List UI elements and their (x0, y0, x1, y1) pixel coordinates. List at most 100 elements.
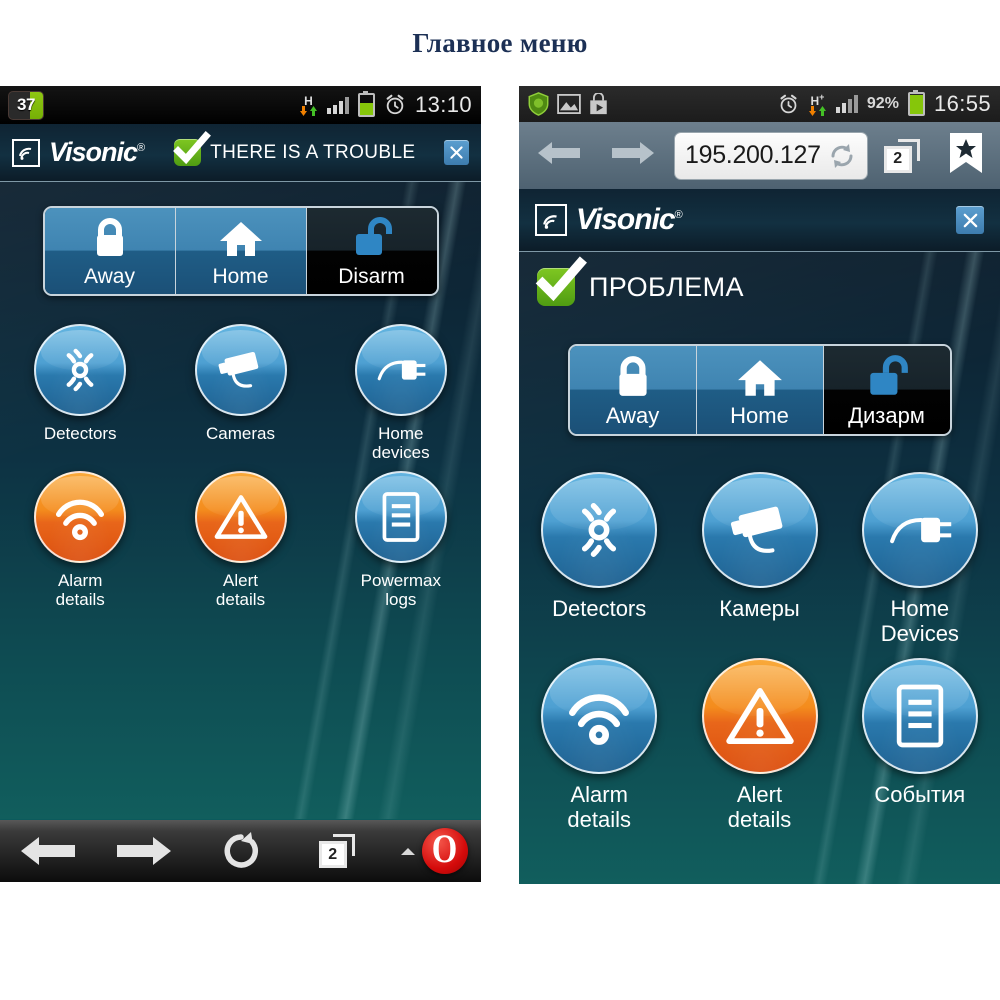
close-icon (450, 146, 463, 159)
back-arrow-icon (538, 142, 580, 164)
tile-cameras[interactable]: Камеры (679, 472, 839, 646)
bookmark-star-icon (949, 133, 982, 173)
status-check-icon (535, 256, 587, 306)
right-visonic-app: Visonic® ПРОБЛЕМА Away Home Дизарм Detec… (519, 189, 1000, 884)
visonic-wifi-mark-icon (12, 138, 40, 167)
tile-label: Home Devices (880, 596, 959, 647)
document-lines-icon (354, 470, 447, 563)
bookmark-button[interactable] (938, 131, 994, 180)
left-tile-grid: Detectors Cameras Home devices Alarm det… (0, 324, 481, 618)
right-tile-grid: Detectors Камеры Home Devices Alarm deta… (519, 472, 1000, 844)
address-bar[interactable]: 195.200.127 (674, 131, 868, 180)
padlock-open-icon (824, 354, 950, 400)
tile-powermax-logs[interactable]: Powermax logs (321, 470, 481, 610)
mode-button-home[interactable]: Home (175, 208, 307, 294)
document-lines-icon (861, 658, 978, 775)
visonic-wordmark: Visonic® (576, 203, 683, 236)
opera-menu-button[interactable]: O (385, 828, 481, 874)
mode-button-away[interactable]: Away (569, 346, 697, 434)
tile-detectors[interactable]: Detectors (0, 324, 160, 463)
opera-logo-icon[interactable]: O (421, 828, 468, 874)
visonic-logo: Visonic® (535, 203, 683, 237)
play-store-icon (590, 93, 607, 115)
tile-label: Home devices (371, 424, 430, 463)
forward-arrow-icon (117, 837, 172, 865)
browser-back-button[interactable] (0, 834, 96, 868)
cctv-camera-icon (194, 324, 287, 416)
tile-alert-details[interactable]: Alert details (160, 470, 320, 610)
cctv-camera-icon (701, 472, 818, 588)
mode-button-disarm[interactable]: Дизарм (823, 346, 950, 434)
url-text: 195.200.127 (685, 141, 821, 169)
right-trouble-banner: ПРОБЛЕМА (519, 252, 1000, 322)
close-button[interactable] (956, 206, 984, 234)
mode-button-away[interactable]: Away (44, 208, 176, 294)
battery-icon (357, 91, 375, 117)
tile-home-devices[interactable]: Home devices (321, 324, 481, 463)
motion-detector-icon (541, 472, 658, 588)
tile-home-devices[interactable]: Home Devices (840, 472, 1000, 646)
browser-reload-button[interactable] (192, 830, 288, 872)
browser-tabs-button[interactable]: 2 (289, 834, 385, 868)
tile-label: Detectors (552, 596, 647, 621)
left-mode-selector[interactable]: Away Home Disarm (42, 206, 439, 296)
tile-label: События (874, 782, 966, 808)
page-title: Главное меню (412, 28, 588, 58)
browser-forward-button[interactable] (96, 834, 192, 868)
mode-button-disarm[interactable]: Disarm (306, 208, 437, 294)
padlock-closed-icon (45, 216, 175, 260)
mode-label-home: Home (730, 403, 789, 428)
alarm-clock-icon (780, 94, 797, 113)
browser-tabs-button[interactable]: 2 (878, 138, 926, 173)
left-trouble-banner: THERE IS A TROUBLE (173, 131, 415, 166)
battery-percent-label: 92% (866, 95, 899, 112)
tile-label: Alert details (215, 570, 266, 610)
tile-label: Powermax logs (360, 570, 441, 610)
alarm-clock-icon (386, 94, 404, 115)
tabs-icon: 2 (883, 138, 920, 173)
tile-label: Alarm details (567, 782, 631, 833)
tile-label: Detectors (43, 424, 117, 443)
reload-icon (224, 832, 258, 868)
close-button[interactable] (444, 140, 469, 165)
tile-cameras[interactable]: Cameras (160, 324, 320, 463)
opera-bottom-bar: 2 O (0, 819, 481, 882)
left-app-header: Visonic® THERE IS A TROUBLE (0, 124, 481, 182)
hsdpa-icon: H+ (808, 92, 827, 116)
browser-back-button[interactable] (528, 139, 590, 172)
tile-alarm-details[interactable]: Alarm details (519, 658, 679, 832)
tile-alert-details[interactable]: Alert details (679, 658, 839, 832)
forward-arrow-icon (612, 142, 654, 164)
signal-bars-icon (326, 96, 349, 114)
power-plug-icon (354, 324, 447, 416)
mode-button-home[interactable]: Home (696, 346, 824, 434)
house-icon (176, 216, 306, 260)
reload-icon[interactable] (827, 141, 857, 171)
status-check-icon (173, 131, 212, 166)
tile-label: Alert details (727, 782, 792, 833)
tile-events[interactable]: События (840, 658, 1000, 832)
mode-label-away: Away (605, 403, 660, 428)
right-mode-selector[interactable]: Away Home Дизарм (567, 344, 952, 436)
right-status-bar: H+ 92% 16:55 (519, 86, 1000, 122)
tile-detectors[interactable]: Detectors (519, 472, 679, 646)
mode-label-disarm: Disarm (338, 265, 405, 288)
back-arrow-icon (21, 837, 76, 865)
mode-label-away: Away (84, 265, 135, 288)
browser-toolbar: 195.200.127 2 (519, 122, 1000, 189)
motion-detector-icon (34, 324, 127, 416)
warning-triangle-icon (701, 658, 818, 775)
visonic-wifi-mark-icon (535, 204, 567, 236)
power-plug-icon (861, 472, 978, 588)
tile-label: Cameras (206, 424, 275, 443)
left-clock: 13:10 (414, 92, 472, 117)
tile-label: Камеры (719, 596, 800, 621)
padlock-closed-icon (570, 354, 696, 400)
house-icon (697, 354, 823, 400)
browser-forward-button[interactable] (602, 139, 664, 172)
left-visonic-app: Visonic® THERE IS A TROUBLE Away Home Di… (0, 124, 481, 820)
tile-alarm-details[interactable]: Alarm details (0, 470, 160, 610)
close-icon (963, 213, 977, 227)
hsdpa-icon: H (299, 95, 318, 116)
tabs-icon: 2 (318, 834, 355, 868)
